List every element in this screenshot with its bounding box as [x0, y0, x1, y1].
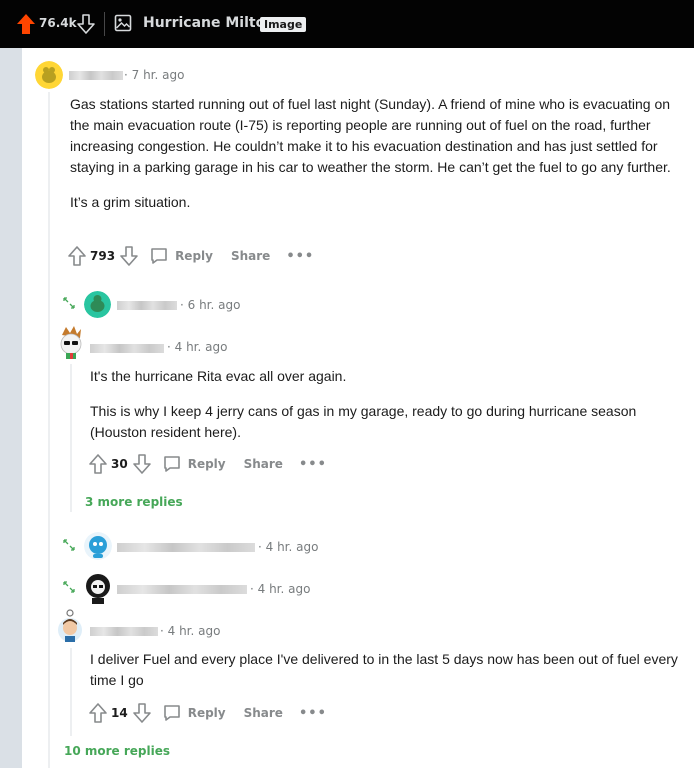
snoo-avatar-icon: [58, 609, 82, 642]
post-flair: Image: [260, 17, 307, 32]
comment-timestamp[interactable]: · 4 hr. ago: [258, 540, 318, 554]
upvote-icon[interactable]: [67, 245, 87, 267]
username-blurred[interactable]: [117, 301, 177, 310]
more-options-icon[interactable]: •••: [286, 249, 314, 264]
thread-line[interactable]: [70, 648, 72, 736]
username-blurred[interactable]: [90, 344, 164, 353]
downvote-icon[interactable]: [132, 453, 152, 475]
comment-actions: 30 Reply Share •••: [88, 452, 327, 476]
avatar[interactable]: [84, 532, 112, 560]
comment-paragraph: It's the hurricane Rita evac all over ag…: [90, 368, 347, 384]
comment-timestamp[interactable]: · 4 hr. ago: [167, 340, 227, 354]
comment-timestamp[interactable]: · 6 hr. ago: [180, 298, 240, 312]
avatar[interactable]: [56, 325, 86, 359]
username-blurred[interactable]: [90, 627, 158, 636]
reply-button[interactable]: Reply: [188, 457, 226, 471]
comment-paragraph: I deliver Fuel and every place I've deli…: [90, 651, 678, 688]
expand-icon[interactable]: [63, 581, 75, 593]
comment-actions: 793 Reply Share •••: [67, 244, 314, 268]
post-header-bar: 76.4k Hurricane Milton Image: [0, 0, 694, 48]
share-button[interactable]: Share: [231, 249, 270, 263]
expand-icon[interactable]: [63, 297, 75, 309]
avatar[interactable]: [84, 572, 112, 604]
username-blurred[interactable]: [69, 71, 123, 80]
page-gutter: [0, 48, 22, 768]
snoo-avatar-icon: [86, 574, 110, 604]
comment-body: Gas stations started running out of fuel…: [70, 94, 690, 227]
divider: [104, 12, 105, 36]
image-post-icon: [114, 14, 132, 32]
downvote-icon[interactable]: [76, 13, 96, 35]
more-options-icon[interactable]: •••: [299, 457, 327, 472]
comment-score: 30: [111, 457, 128, 471]
upvote-icon[interactable]: [16, 13, 36, 35]
username-blurred[interactable]: [117, 543, 255, 552]
snoo-avatar-icon: [84, 532, 112, 560]
share-button[interactable]: Share: [244, 706, 283, 720]
more-options-icon[interactable]: •••: [299, 706, 327, 721]
comment-score: 793: [90, 249, 116, 263]
comment-body: It's the hurricane Rita evac all over ag…: [90, 366, 690, 457]
downvote-icon[interactable]: [119, 245, 139, 267]
more-replies-link[interactable]: 3 more replies: [85, 495, 183, 509]
comment-timestamp[interactable]: · 4 hr. ago: [250, 582, 310, 596]
thread-line[interactable]: [70, 364, 72, 512]
comment-timestamp[interactable]: · 7 hr. ago: [124, 68, 184, 82]
post-title[interactable]: Hurricane Milton: [143, 15, 275, 31]
reply-bubble-icon[interactable]: [162, 454, 182, 474]
reply-bubble-icon[interactable]: [162, 703, 182, 723]
username-blurred[interactable]: [117, 585, 247, 594]
reply-button[interactable]: Reply: [175, 249, 213, 263]
comment-paragraph: Gas stations started running out of fuel…: [70, 96, 671, 175]
share-button[interactable]: Share: [244, 457, 283, 471]
avatar[interactable]: [84, 291, 111, 318]
snoo-avatar-icon: [60, 326, 82, 359]
more-replies-link[interactable]: 10 more replies: [64, 744, 170, 758]
comment-paragraph: It’s a grim situation.: [70, 194, 191, 210]
expand-icon[interactable]: [63, 539, 75, 551]
avatar[interactable]: [56, 608, 84, 644]
comment-score: 14: [111, 706, 128, 720]
reply-button[interactable]: Reply: [188, 706, 226, 720]
snoo-avatar-icon: [84, 291, 111, 318]
upvote-icon[interactable]: [88, 453, 108, 475]
downvote-icon[interactable]: [132, 702, 152, 724]
upvote-icon[interactable]: [88, 702, 108, 724]
avatar[interactable]: [35, 61, 63, 89]
thread-line[interactable]: [48, 92, 50, 768]
comment-actions: 14 Reply Share •••: [88, 701, 327, 725]
snoo-avatar-icon: [35, 61, 63, 89]
comment-body: I deliver Fuel and every place I've deli…: [90, 649, 690, 705]
post-score: 76.4k: [39, 16, 77, 30]
comment-paragraph: This is why I keep 4 jerry cans of gas i…: [90, 403, 637, 440]
comment-timestamp[interactable]: · 4 hr. ago: [160, 624, 220, 638]
reply-bubble-icon[interactable]: [149, 246, 169, 266]
